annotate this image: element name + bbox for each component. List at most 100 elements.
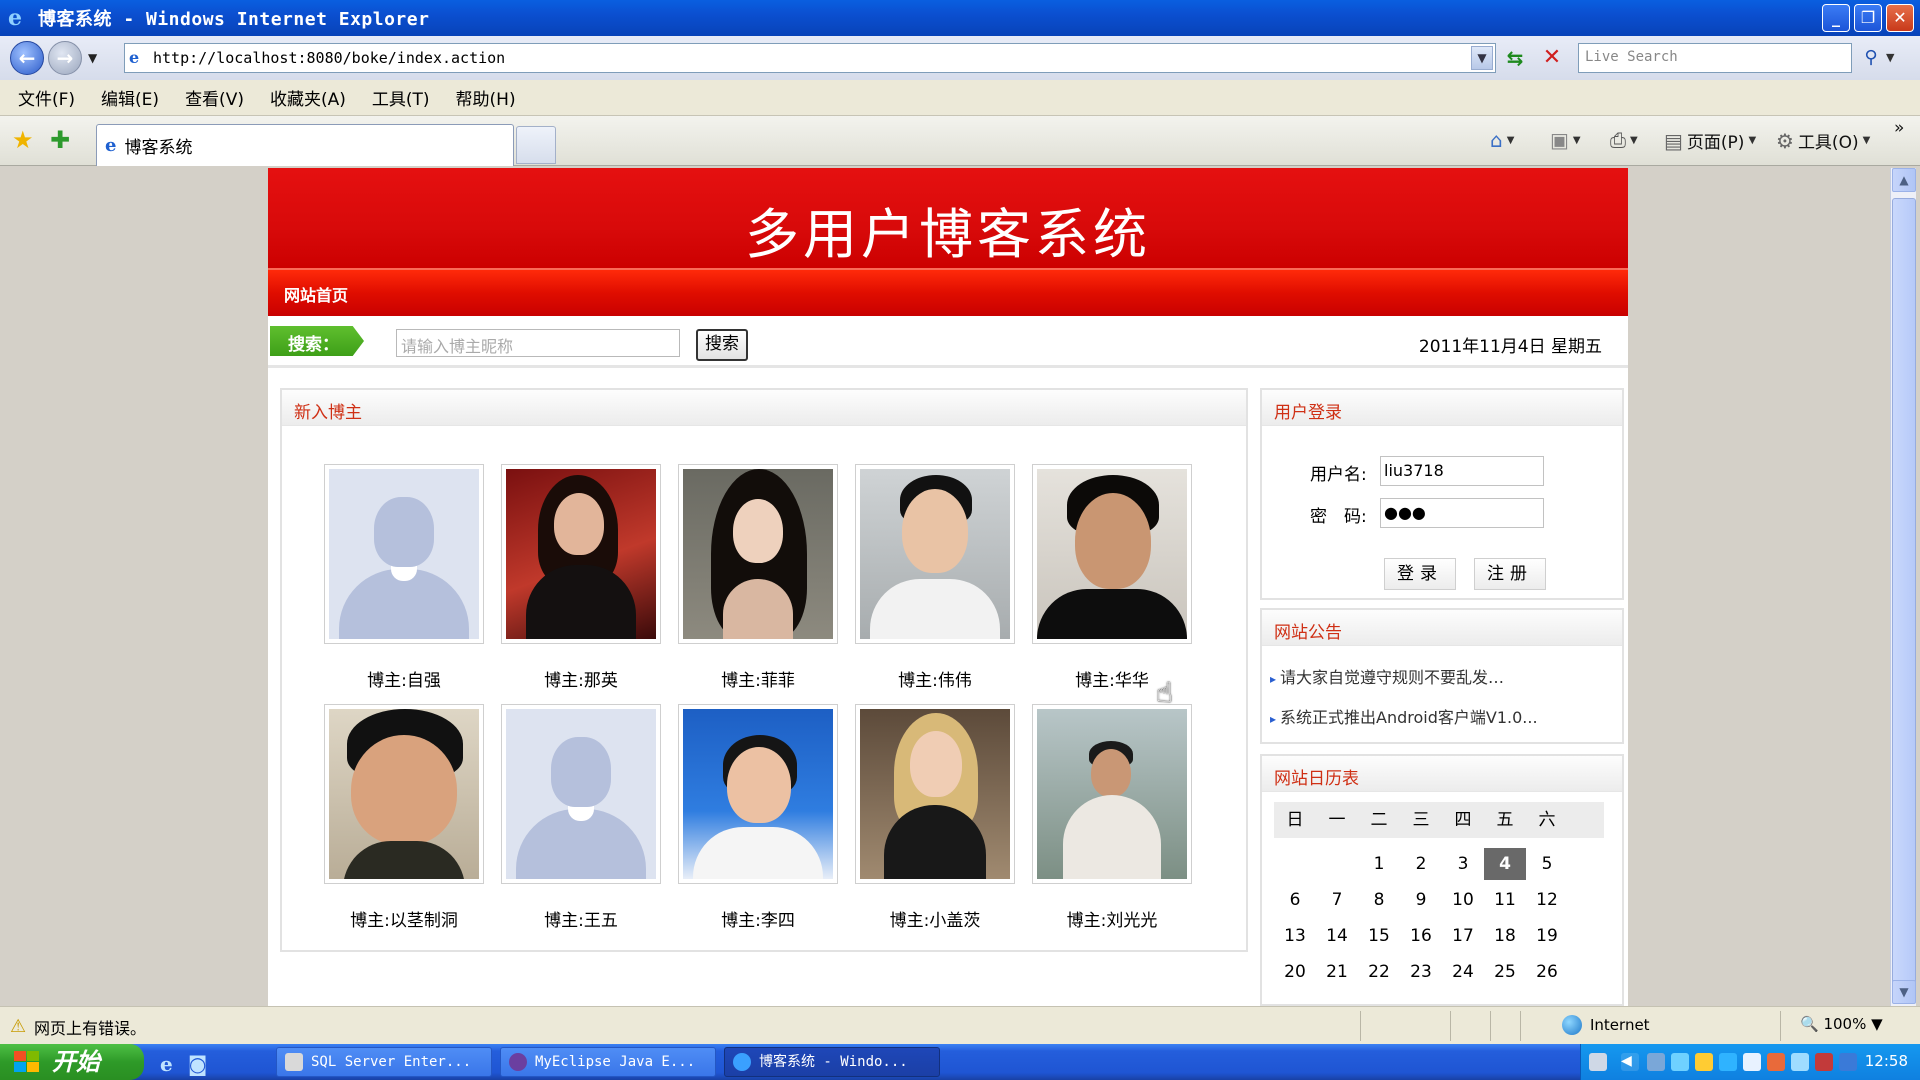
notice-item[interactable]: ▸ 请大家自觉遵守规则不要乱发… bbox=[1270, 664, 1504, 688]
calendar-day[interactable]: 8 bbox=[1358, 884, 1400, 916]
address-field[interactable]: e http://localhost:8080/boke/index.actio… bbox=[124, 43, 1496, 73]
taskbar-item-myeclipse[interactable]: MyEclipse Java E... bbox=[500, 1047, 716, 1077]
calendar-day[interactable]: 9 bbox=[1400, 884, 1442, 916]
ie-quicklaunch-icon[interactable]: e bbox=[160, 1052, 173, 1076]
blogger-photo[interactable] bbox=[860, 469, 1010, 639]
blogger-photo[interactable] bbox=[329, 709, 479, 879]
tray-app-icon[interactable] bbox=[1767, 1053, 1785, 1071]
url-text[interactable]: http://localhost:8080/boke/index.action bbox=[153, 49, 505, 67]
calendar-day[interactable]: 26 bbox=[1526, 956, 1568, 988]
calendar-day[interactable]: 25 bbox=[1484, 956, 1526, 988]
start-button[interactable]: 开始 bbox=[0, 1044, 144, 1080]
calendar-day[interactable]: 19 bbox=[1526, 920, 1568, 952]
blogger-photo[interactable] bbox=[1037, 469, 1187, 639]
calendar-day[interactable]: 24 bbox=[1442, 956, 1484, 988]
home-button[interactable]: ⌂ ▼ bbox=[1490, 128, 1514, 152]
menu-tools[interactable]: 工具(T) bbox=[372, 85, 430, 110]
calendar-day[interactable]: 1 bbox=[1358, 848, 1400, 880]
menu-help[interactable]: 帮助(H) bbox=[456, 85, 516, 110]
keyboard-icon[interactable] bbox=[1589, 1053, 1607, 1071]
blogger-name[interactable]: 博主:刘光光 bbox=[1032, 906, 1192, 931]
status-message[interactable]: 网页上有错误。 bbox=[34, 1015, 146, 1039]
explorer-quicklaunch-icon[interactable]: ◙ bbox=[188, 1052, 207, 1076]
menu-file[interactable]: 文件(F) bbox=[18, 85, 75, 110]
tray-app-icon[interactable] bbox=[1695, 1053, 1713, 1071]
blogger-card[interactable]: 博主:华华 bbox=[1032, 464, 1192, 694]
calendar-day[interactable]: 22 bbox=[1358, 956, 1400, 988]
login-button[interactable]: 登录 bbox=[1384, 558, 1456, 590]
calendar-day[interactable]: 15 bbox=[1358, 920, 1400, 952]
calendar-day[interactable]: 13 bbox=[1274, 920, 1316, 952]
placeholder-avatar-icon[interactable] bbox=[329, 469, 479, 639]
page-menu-button[interactable]: ▤ 页面(P) ▼ bbox=[1664, 128, 1756, 154]
blogger-name[interactable]: 博主:王五 bbox=[501, 906, 661, 931]
minimize-button[interactable]: _ bbox=[1822, 4, 1850, 32]
tray-collapse-icon[interactable]: ◀ bbox=[1621, 1053, 1639, 1071]
blogger-name[interactable]: 博主:菲菲 bbox=[678, 666, 838, 691]
blogger-card[interactable]: 博主:王五 bbox=[501, 704, 661, 934]
calendar-day[interactable]: 21 bbox=[1316, 956, 1358, 988]
placeholder-avatar-icon[interactable] bbox=[506, 709, 656, 879]
nav-home-link[interactable]: 网站首页 bbox=[284, 282, 348, 306]
taskbar-item-sql-server[interactable]: SQL Server Enter... bbox=[276, 1047, 492, 1077]
blogger-photo[interactable] bbox=[506, 469, 656, 639]
password-field[interactable]: ●●● bbox=[1380, 498, 1544, 528]
blogger-card[interactable]: 博主:小盖茨 bbox=[855, 704, 1015, 934]
calendar-day[interactable]: 18 bbox=[1484, 920, 1526, 952]
tray-app-icon[interactable] bbox=[1719, 1053, 1737, 1071]
calendar-day[interactable]: 7 bbox=[1316, 884, 1358, 916]
blogger-name[interactable]: 博主:自强 bbox=[324, 666, 484, 691]
scroll-down-icon[interactable]: ▼ bbox=[1892, 980, 1916, 1004]
blogger-name[interactable]: 博主:小盖茨 bbox=[855, 906, 1015, 931]
calendar-day[interactable]: 16 bbox=[1400, 920, 1442, 952]
blogger-photo[interactable] bbox=[1037, 709, 1187, 879]
tray-app-icon[interactable] bbox=[1791, 1053, 1809, 1071]
tab-blog-system[interactable]: e 博客系统 bbox=[96, 124, 514, 166]
new-tab-button[interactable] bbox=[516, 126, 556, 164]
calendar-day[interactable]: 23 bbox=[1400, 956, 1442, 988]
menu-favorites[interactable]: 收藏夹(A) bbox=[270, 85, 346, 110]
search-options-icon[interactable]: ▼ bbox=[1886, 45, 1894, 71]
zoom-level[interactable]: 🔍 100% ▼ bbox=[1800, 1015, 1883, 1033]
calendar-day[interactable]: 20 bbox=[1274, 956, 1316, 988]
forward-button[interactable]: → bbox=[48, 41, 82, 75]
print-button[interactable]: ⎙ ▼ bbox=[1610, 128, 1638, 152]
blogger-photo[interactable] bbox=[683, 469, 833, 639]
recent-pages-dropdown-icon[interactable]: ▼ bbox=[88, 51, 97, 65]
calendar-day[interactable]: 5 bbox=[1526, 848, 1568, 880]
calendar-day[interactable]: 3 bbox=[1442, 848, 1484, 880]
menu-edit[interactable]: 编辑(E) bbox=[101, 85, 159, 110]
stop-icon[interactable]: ✕ bbox=[1539, 45, 1565, 71]
search-icon[interactable]: ⚲ bbox=[1858, 45, 1884, 71]
search-button[interactable]: 搜索 bbox=[696, 329, 748, 361]
blogger-name[interactable]: 博主:以茎制洞 bbox=[324, 906, 484, 931]
add-favorite-icon[interactable]: ✚ bbox=[50, 126, 70, 154]
username-field[interactable]: liu3718 bbox=[1380, 456, 1544, 486]
calendar-day[interactable]: 6 bbox=[1274, 884, 1316, 916]
calendar-day-today[interactable]: 4 bbox=[1484, 848, 1526, 880]
calendar-day[interactable]: 14 bbox=[1316, 920, 1358, 952]
address-dropdown-icon[interactable]: ▼ bbox=[1471, 46, 1493, 70]
calendar-day[interactable]: 2 bbox=[1400, 848, 1442, 880]
tools-menu-button[interactable]: ⚙ 工具(O) ▼ bbox=[1776, 128, 1870, 154]
blogger-card[interactable]: 博主:菲菲 bbox=[678, 464, 838, 694]
favorites-star-icon[interactable]: ★ bbox=[12, 126, 34, 154]
blogger-card[interactable]: 博主:伟伟 bbox=[855, 464, 1015, 694]
network-icon[interactable] bbox=[1647, 1053, 1665, 1071]
scroll-up-icon[interactable]: ▲ bbox=[1892, 168, 1916, 192]
menu-view[interactable]: 查看(V) bbox=[185, 85, 244, 110]
calendar-day[interactable]: 17 bbox=[1442, 920, 1484, 952]
blogger-name[interactable]: 博主:伟伟 bbox=[855, 666, 1015, 691]
register-button[interactable]: 注册 bbox=[1474, 558, 1546, 590]
refresh-icon[interactable]: ⇆ bbox=[1502, 45, 1528, 71]
tray-app-icon[interactable] bbox=[1671, 1053, 1689, 1071]
back-button[interactable]: ← bbox=[10, 41, 44, 75]
calendar-day[interactable]: 12 bbox=[1526, 884, 1568, 916]
blogger-name[interactable]: 博主:那英 bbox=[501, 666, 661, 691]
live-search-input[interactable]: Live Search bbox=[1578, 43, 1852, 73]
calendar-day[interactable]: 11 bbox=[1484, 884, 1526, 916]
security-shield-icon[interactable] bbox=[1839, 1053, 1857, 1071]
blogger-card[interactable]: 博主:自强 bbox=[324, 464, 484, 694]
shield-icon[interactable] bbox=[1815, 1053, 1833, 1071]
warning-icon[interactable]: ⚠ bbox=[10, 1016, 30, 1037]
